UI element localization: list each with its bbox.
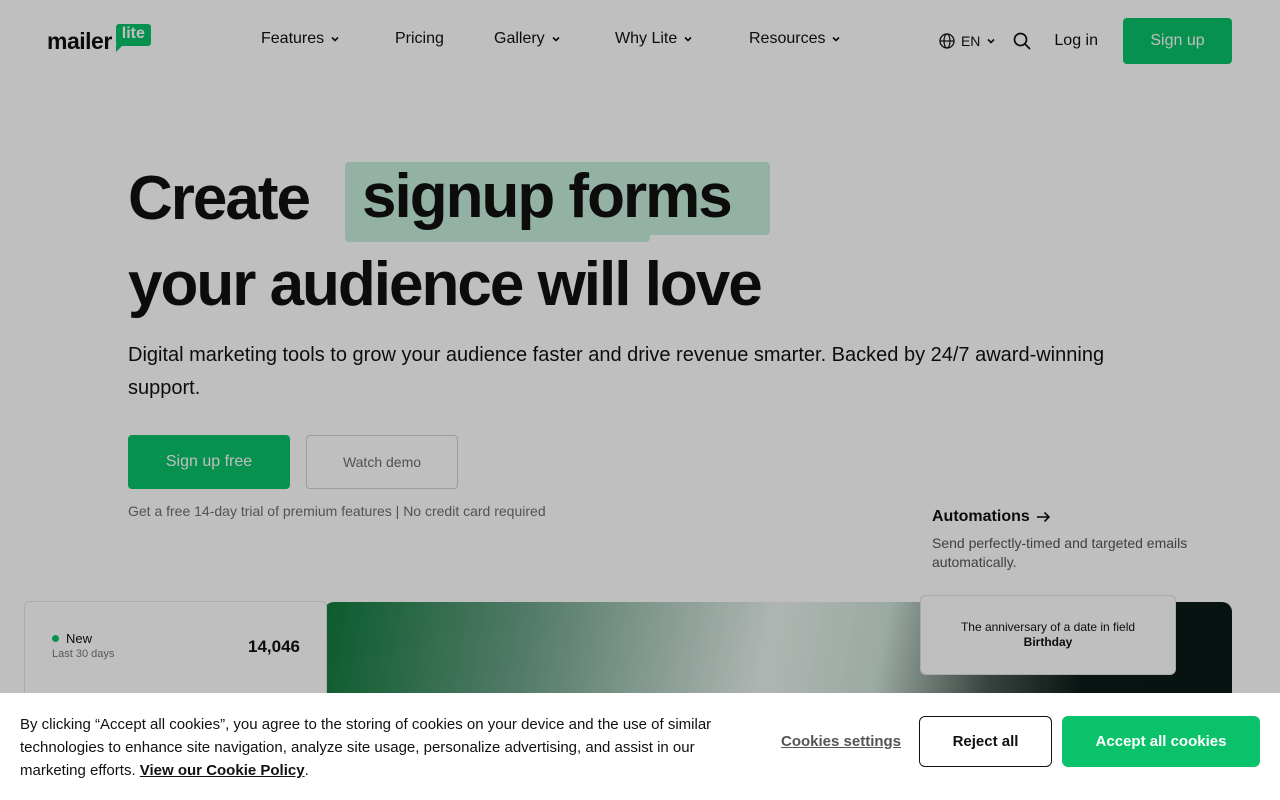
- cookie-message-text: By clicking “Accept all cookies”, you ag…: [20, 716, 712, 779]
- cookie-message: By clicking “Accept all cookies”, you ag…: [20, 716, 712, 779]
- cookie-policy-link[interactable]: View our Cookie Policy: [140, 762, 305, 779]
- modal-backdrop: [0, 0, 1280, 800]
- accept-all-cookies-button[interactable]: Accept all cookies: [1062, 716, 1260, 767]
- cookies-settings-link[interactable]: Cookies settings: [781, 733, 901, 750]
- reject-all-button[interactable]: Reject all: [919, 716, 1052, 767]
- cookie-banner: By clicking “Accept all cookies”, you ag…: [0, 693, 1280, 800]
